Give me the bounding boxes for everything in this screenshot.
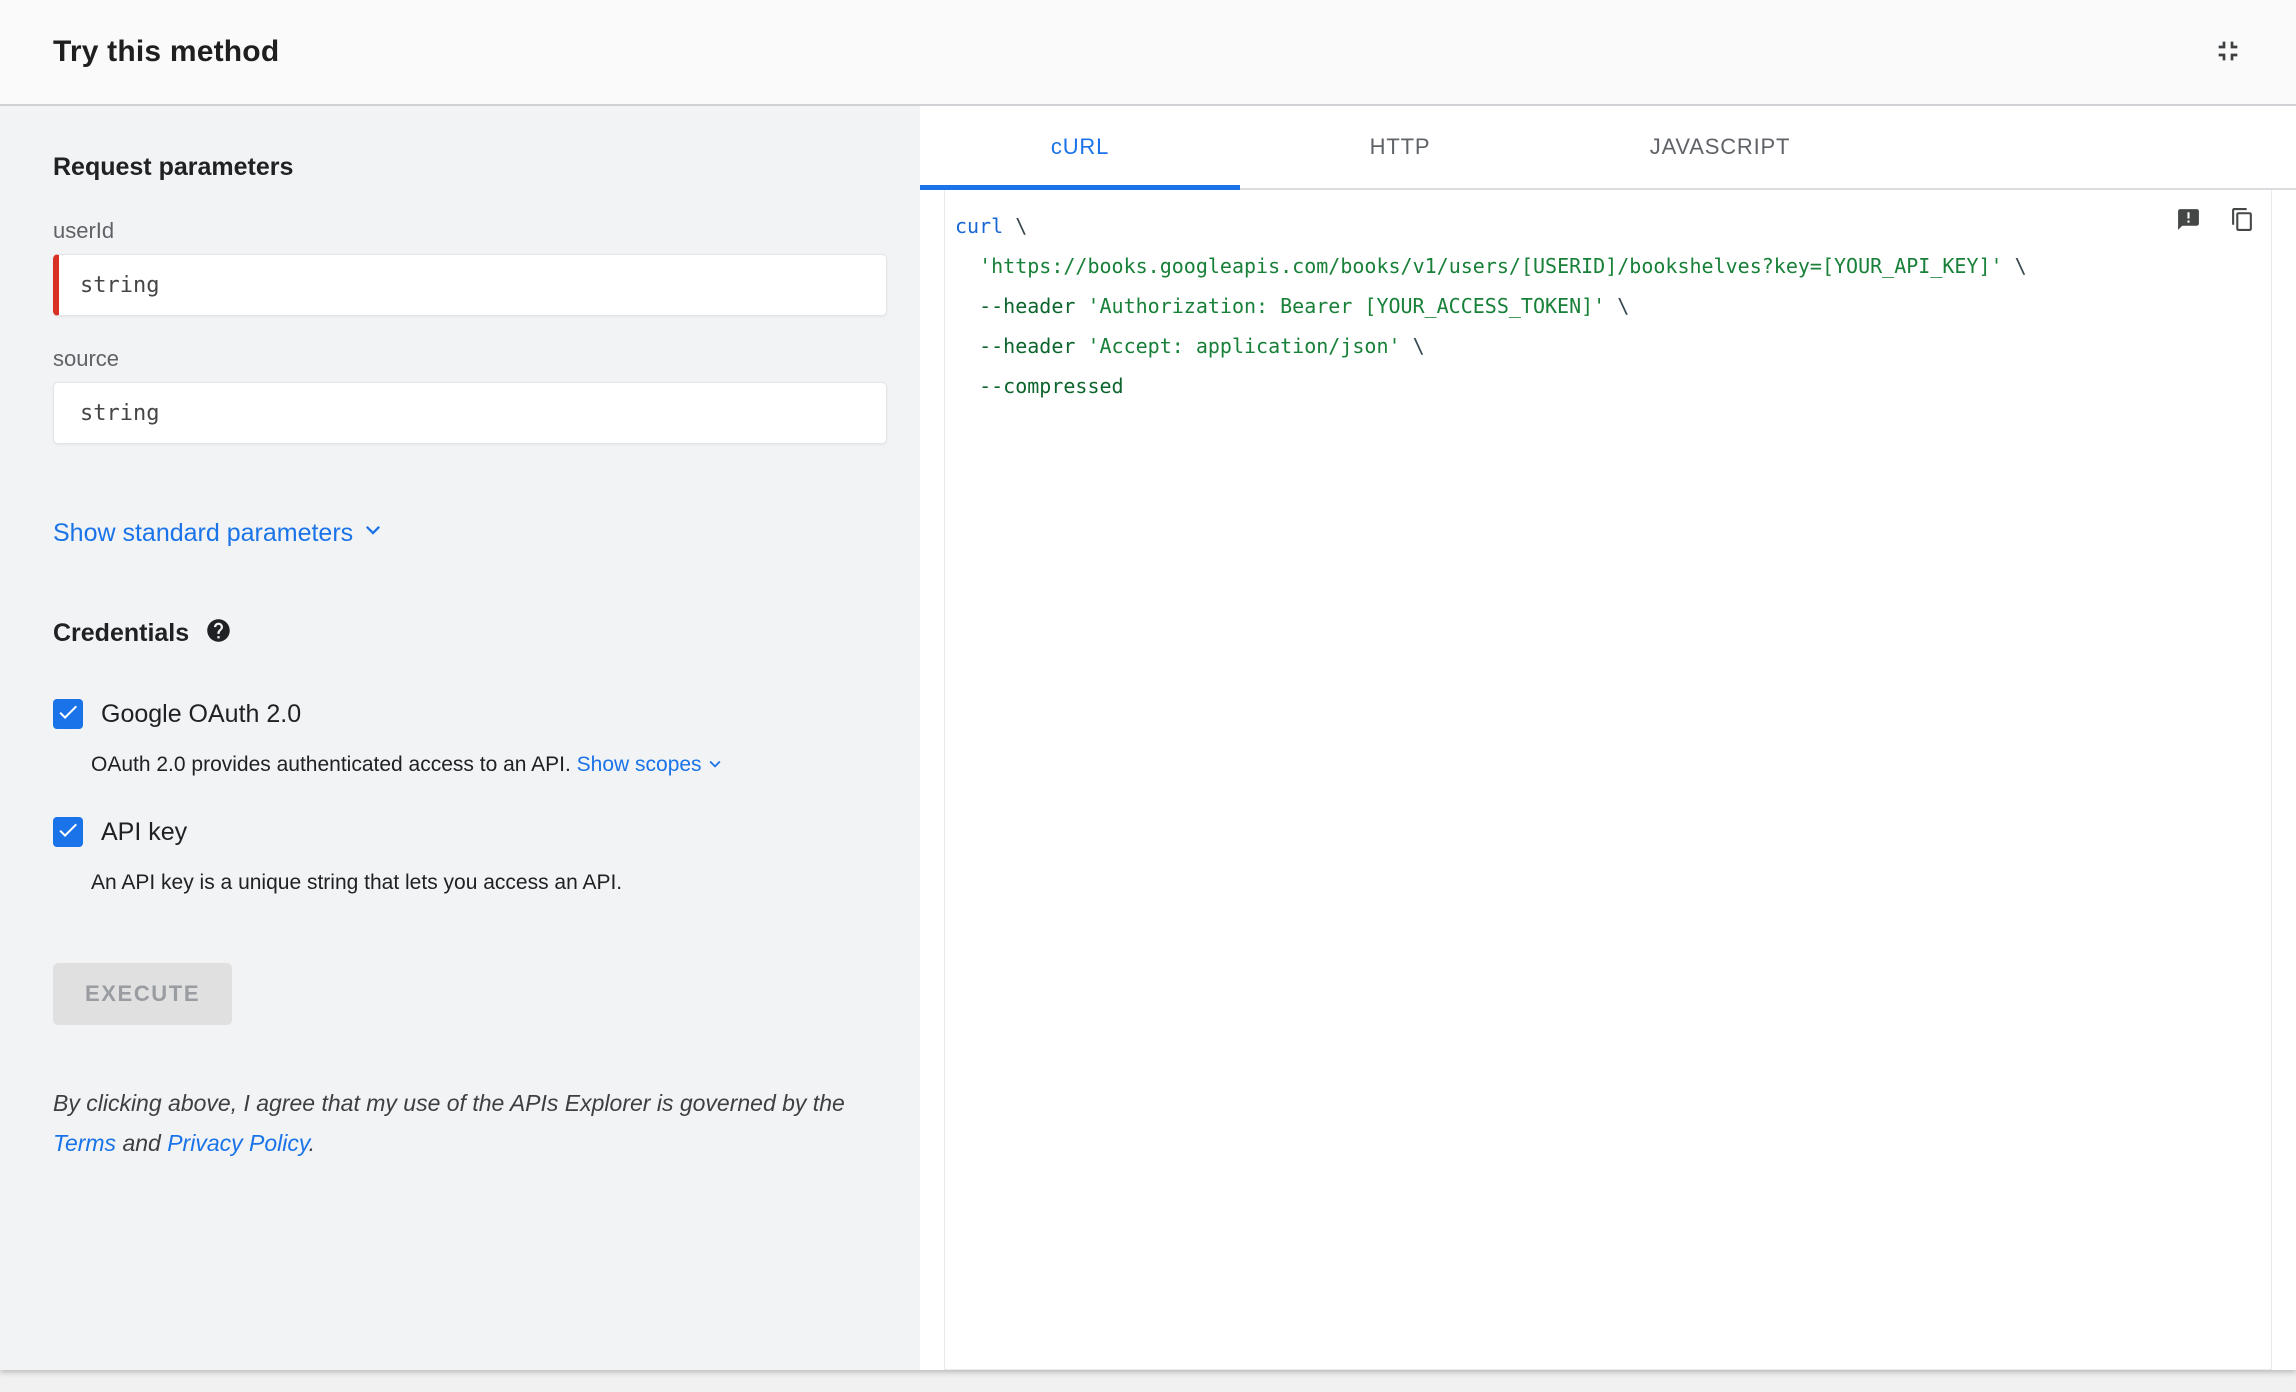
request-panel: Request parameters userId source Show st… [0,106,920,1370]
feedback-icon [2176,207,2201,235]
check-icon [56,700,80,729]
credentials-heading: Credentials [53,619,190,647]
code-block: curl \ 'https://books.googleapis.com/boo… [955,214,2027,398]
tab-http[interactable]: HTTP [1240,106,1560,188]
apikey-description: An API key is a unique string that lets … [91,871,623,894]
show-scopes-link[interactable]: Show scopes [577,751,726,779]
privacy-policy-link[interactable]: Privacy Policy [167,1130,308,1156]
tab-curl[interactable]: cURL [920,106,1240,190]
oauth-description-text: OAuth 2.0 provides authenticated access … [91,753,571,776]
dialog-title: Try this method [53,35,280,68]
fullscreen-exit-icon [2212,35,2244,70]
help-icon[interactable] [205,617,232,649]
code-panel: cURL HTTP JAVASCRIPT curl \ 'https://boo… [920,106,2296,1370]
terms-link[interactable]: Terms [53,1130,116,1156]
check-icon [56,818,80,847]
chevron-down-small-icon [704,751,726,779]
disclaimer-before: By clicking above, I agree that my use o… [53,1090,845,1116]
show-standard-parameters-link[interactable]: Show standard parameters [53,516,387,551]
request-parameters-heading: Request parameters [53,153,294,181]
apikey-checkbox-row[interactable]: API key [53,817,887,847]
chevron-down-icon [359,516,387,551]
oauth-checkbox-label: Google OAuth 2.0 [101,699,302,728]
copy-icon [2230,207,2255,235]
try-this-method-dialog: Try this method Request parameters userI… [0,0,2296,1370]
source-input[interactable] [53,382,887,444]
tab-javascript[interactable]: JAVASCRIPT [1560,106,1880,188]
feedback-button[interactable] [2173,206,2203,236]
apikey-checkbox[interactable] [53,817,83,847]
show-scopes-label: Show scopes [576,753,702,776]
userid-input[interactable] [53,254,887,316]
code-area: curl \ 'https://books.googleapis.com/boo… [944,190,2272,1370]
field-label-userid: userId [53,218,115,243]
field-label-source: source [53,346,120,371]
disclaimer-text: By clicking above, I agree that my use o… [53,1083,883,1163]
dialog-header: Try this method [0,0,2296,106]
code-tab-bar: cURL HTTP JAVASCRIPT [920,106,2296,190]
show-standard-parameters-label: Show standard parameters [53,519,354,547]
fullscreen-exit-button[interactable] [2204,28,2252,76]
execute-button[interactable]: EXECUTE [53,963,233,1025]
disclaimer-after: . [308,1130,316,1156]
oauth-description: OAuth 2.0 provides authenticated access … [53,751,887,779]
copy-button[interactable] [2227,206,2257,236]
oauth-checkbox[interactable] [53,699,83,729]
oauth-checkbox-row[interactable]: Google OAuth 2.0 [53,699,887,729]
disclaimer-middle: and [116,1130,168,1156]
apikey-checkbox-label: API key [101,817,188,846]
